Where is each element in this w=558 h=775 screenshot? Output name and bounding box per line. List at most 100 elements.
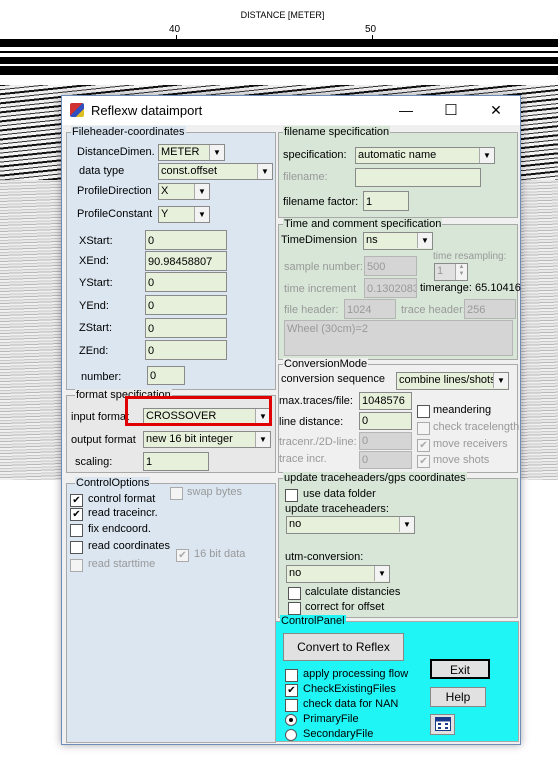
control-format-label: control format xyxy=(88,493,156,505)
time-comment-panel: Time and comment specification TimeDimen… xyxy=(278,218,521,360)
meandering-checkbox[interactable] xyxy=(417,405,430,418)
yend-field[interactable]: 0 xyxy=(145,295,227,315)
filename-field[interactable] xyxy=(355,168,481,187)
convert-to-reflex-button[interactable]: Convert to Reflex xyxy=(283,633,404,661)
utm-conversion-select[interactable]: no ▼ xyxy=(286,565,390,583)
chevron-down-icon[interactable]: ▼ xyxy=(374,566,389,581)
distance-dim-value: METER xyxy=(161,146,200,158)
chevron-down-icon[interactable]: ▼ xyxy=(257,164,272,179)
ystart-field[interactable]: 0 xyxy=(145,272,227,292)
specification-select[interactable]: automatic name ▼ xyxy=(355,147,495,164)
time-increment-field[interactable]: 0.1302083 xyxy=(364,278,417,298)
xstart-label: XStart: xyxy=(79,235,113,247)
input-format-label: input format xyxy=(71,411,130,423)
distance-dim-select[interactable]: METER ▼ xyxy=(158,144,225,161)
time-resampling-spinner[interactable]: 1 ▲ ▼ xyxy=(434,263,468,281)
input-format-highlight xyxy=(125,396,272,426)
apply-processing-flow-checkbox[interactable] xyxy=(285,669,298,682)
title-bar[interactable]: Reflexw dataimport — ☐ ✕ xyxy=(62,96,520,125)
control-options-legend: ControlOptions xyxy=(75,477,151,489)
data-type-select[interactable]: const.offset ▼ xyxy=(158,163,273,180)
meandering-label: meandering xyxy=(433,404,492,416)
check-tracelength-checkbox[interactable] xyxy=(417,422,430,435)
control-format-checkbox[interactable]: ✔ xyxy=(70,494,83,507)
chevron-down-icon[interactable]: ▼ xyxy=(417,233,432,248)
specification-label: specification: xyxy=(283,149,347,161)
minimize-button[interactable]: — xyxy=(386,96,426,125)
conversion-mode-panel: ConversionMode conversion sequence combi… xyxy=(278,358,520,473)
trace-header-label: trace header: xyxy=(401,304,466,316)
calculator-button[interactable] xyxy=(430,714,455,735)
move-receivers-label: move receivers xyxy=(433,438,508,450)
help-button[interactable]: Help xyxy=(430,687,486,707)
update-traceheaders-panel: update traceheaders/gps coordinates use … xyxy=(278,472,518,618)
move-shots-label: move shots xyxy=(433,454,490,466)
use-data-folder-checkbox[interactable] xyxy=(285,489,298,502)
profile-direction-value: X xyxy=(161,185,169,197)
filename-spec-legend: filename specification xyxy=(283,126,391,138)
number-field[interactable]: 0 xyxy=(147,366,185,385)
bit16-data-label: 16 bit data xyxy=(194,548,246,560)
profile-constant-select[interactable]: Y ▼ xyxy=(158,206,210,223)
read-coordinates-checkbox[interactable] xyxy=(70,541,83,554)
fix-endcoord-checkbox[interactable] xyxy=(70,524,83,537)
window-title: Reflexw dataimport xyxy=(91,103,203,118)
swap-bytes-checkbox[interactable] xyxy=(170,487,183,500)
check-existing-files-checkbox[interactable]: ✔ xyxy=(285,684,298,697)
time-dimension-select[interactable]: ns ▼ xyxy=(363,232,433,250)
primary-file-radio[interactable] xyxy=(285,714,297,726)
sample-number-field[interactable]: 500 xyxy=(364,256,417,276)
xend-field[interactable]: 90.98458807 xyxy=(145,251,227,271)
trace-incr-label: trace incr. xyxy=(279,453,327,465)
check-existing-files-label: CheckExistingFiles xyxy=(303,683,396,695)
filename-specification-panel: filename specification specification: au… xyxy=(278,126,518,218)
trace-header-field[interactable]: 256 xyxy=(464,299,516,319)
profile-direction-select[interactable]: X ▼ xyxy=(158,183,210,200)
filename-label: filename: xyxy=(283,171,328,183)
control-panel-legend: ControlPanel xyxy=(280,615,346,627)
check-data-nan-checkbox[interactable] xyxy=(285,699,298,712)
xstart-field[interactable]: 0 xyxy=(145,230,227,250)
control-options-panel: ControlOptions ✔ control format swap byt… xyxy=(66,477,276,743)
timerange-label: timerange: 65.10416 xyxy=(420,282,521,294)
zend-field[interactable]: 0 xyxy=(145,340,227,360)
update-traceheaders-select[interactable]: no ▼ xyxy=(286,516,415,534)
chevron-down-icon[interactable]: ▼ xyxy=(399,517,414,532)
output-format-select[interactable]: new 16 bit integer ▼ xyxy=(143,431,271,448)
read-traceincr-checkbox[interactable]: ✔ xyxy=(70,508,83,521)
conversion-sequence-select[interactable]: combine lines/shots ▼ xyxy=(396,372,509,390)
chevron-down-icon[interactable]: ▼ xyxy=(194,184,209,199)
tracenr-label: tracenr./2D-line: xyxy=(279,436,357,448)
correct-for-offset-checkbox[interactable] xyxy=(288,602,301,615)
chevron-down-icon[interactable]: ▼ xyxy=(493,373,508,388)
maximize-button[interactable]: ☐ xyxy=(431,96,471,125)
chevron-down-icon[interactable]: ▼ xyxy=(479,148,494,163)
secondary-file-radio[interactable] xyxy=(285,729,297,741)
tracenr-field[interactable]: 0 xyxy=(359,432,412,450)
exit-button[interactable]: Exit xyxy=(430,659,490,679)
max-traces-field[interactable]: 1048576 xyxy=(359,392,412,410)
filename-factor-field[interactable]: 1 xyxy=(363,191,409,211)
move-shots-checkbox[interactable]: ✔ xyxy=(417,455,430,468)
file-header-label: file header: xyxy=(284,304,339,316)
bit16-data-checkbox[interactable]: ✔ xyxy=(176,549,189,562)
spinner-arrows-icon[interactable]: ▲ ▼ xyxy=(455,264,467,280)
chevron-down-icon[interactable]: ▼ xyxy=(194,207,209,222)
time-comment-legend: Time and comment specification xyxy=(283,218,443,230)
zstart-field[interactable]: 0 xyxy=(145,318,227,338)
calculator-icon xyxy=(434,717,451,731)
close-button[interactable]: ✕ xyxy=(476,96,516,125)
data-type-value: const.offset xyxy=(161,165,218,177)
check-tracelength-label: check tracelength xyxy=(433,421,520,433)
file-header-field[interactable]: 1024 xyxy=(344,299,396,319)
trace-incr-field[interactable]: 0 xyxy=(359,451,412,469)
read-starttime-checkbox[interactable] xyxy=(70,559,83,572)
time-increment-label: time increment xyxy=(284,283,357,295)
chevron-down-icon[interactable]: ▼ xyxy=(209,145,224,160)
line-distance-field[interactable]: 0 xyxy=(359,412,412,430)
chevron-down-icon[interactable]: ▼ xyxy=(255,432,270,447)
calculate-distancies-checkbox[interactable] xyxy=(288,587,301,600)
move-receivers-checkbox[interactable]: ✔ xyxy=(417,439,430,452)
scaling-field[interactable]: 1 xyxy=(143,452,209,471)
comment-field[interactable]: Wheel (30cm)=2 xyxy=(284,320,513,356)
